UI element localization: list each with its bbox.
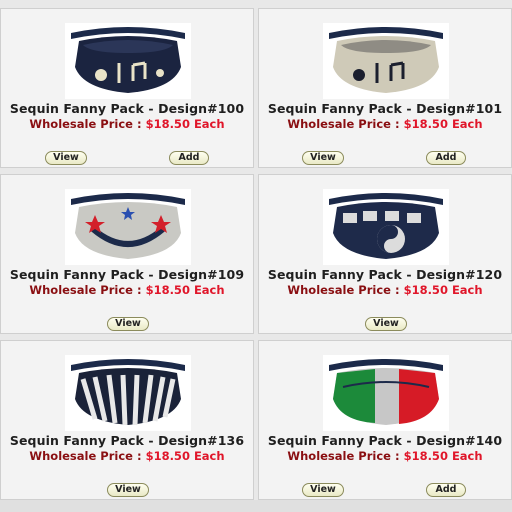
product-image[interactable] xyxy=(65,189,191,265)
product-image[interactable] xyxy=(65,355,191,431)
view-button[interactable]: View xyxy=(107,317,149,331)
fanny-pack-image xyxy=(329,27,443,93)
product-title[interactable]: Sequin Fanny Pack - Design#120 xyxy=(259,267,511,282)
price-label: Wholesale Price : xyxy=(29,449,142,463)
view-button[interactable]: View xyxy=(45,151,87,165)
product-card: Sequin Fanny Pack - Design#120 Wholesale… xyxy=(258,174,512,334)
price-label: Wholesale Price : xyxy=(287,117,400,131)
fanny-pack-image xyxy=(71,27,185,93)
product-price: Wholesale Price : $18.50 Each xyxy=(259,117,511,131)
product-price: Wholesale Price : $18.50 Each xyxy=(259,449,511,463)
view-button[interactable]: View xyxy=(302,151,344,165)
fanny-pack-image xyxy=(71,359,185,426)
product-title[interactable]: Sequin Fanny Pack - Design#101 xyxy=(259,101,511,116)
product-price: Wholesale Price : $18.50 Each xyxy=(1,283,253,297)
add-button[interactable]: Add xyxy=(426,483,466,497)
product-image[interactable] xyxy=(323,189,449,265)
price-amount: $18.50 Each xyxy=(403,117,483,131)
product-price: Wholesale Price : $18.50 Each xyxy=(1,449,253,463)
price-label: Wholesale Price : xyxy=(29,283,142,297)
fanny-pack-image xyxy=(71,193,185,259)
price-amount: $18.50 Each xyxy=(145,449,225,463)
product-title[interactable]: Sequin Fanny Pack - Design#140 xyxy=(259,433,511,448)
price-label: Wholesale Price : xyxy=(287,449,400,463)
product-title[interactable]: Sequin Fanny Pack - Design#100 xyxy=(1,101,253,116)
fanny-pack-image xyxy=(329,359,443,425)
product-card: Sequin Fanny Pack - Design#109 Wholesale… xyxy=(0,174,254,334)
fanny-pack-image xyxy=(329,193,443,259)
price-amount: $18.50 Each xyxy=(145,283,225,297)
view-button[interactable]: View xyxy=(107,483,149,497)
price-label: Wholesale Price : xyxy=(287,283,400,297)
view-button[interactable]: View xyxy=(302,483,344,497)
product-image[interactable] xyxy=(323,23,449,99)
add-button[interactable]: Add xyxy=(426,151,466,165)
product-image[interactable] xyxy=(65,23,191,99)
product-price: Wholesale Price : $18.50 Each xyxy=(259,283,511,297)
product-card: Sequin Fanny Pack - Design#140 Wholesale… xyxy=(258,340,512,500)
price-label: Wholesale Price : xyxy=(29,117,142,131)
product-card: Sequin Fanny Pack - Design#100 Wholesale… xyxy=(0,8,254,168)
view-button[interactable]: View xyxy=(365,317,407,331)
price-amount: $18.50 Each xyxy=(403,449,483,463)
product-image[interactable] xyxy=(323,355,449,431)
product-price: Wholesale Price : $18.50 Each xyxy=(1,117,253,131)
product-card: Sequin Fanny Pack - Design#101 Wholesale… xyxy=(258,8,512,168)
next-row-edge xyxy=(0,500,512,512)
price-amount: $18.50 Each xyxy=(403,283,483,297)
price-amount: $18.50 Each xyxy=(145,117,225,131)
product-title[interactable]: Sequin Fanny Pack - Design#136 xyxy=(1,433,253,448)
product-card: Sequin Fanny Pack - Design#136 Wholesale… xyxy=(0,340,254,500)
add-button[interactable]: Add xyxy=(169,151,209,165)
product-grid: Sequin Fanny Pack - Design#100 Wholesale… xyxy=(0,0,512,512)
product-title[interactable]: Sequin Fanny Pack - Design#109 xyxy=(1,267,253,282)
